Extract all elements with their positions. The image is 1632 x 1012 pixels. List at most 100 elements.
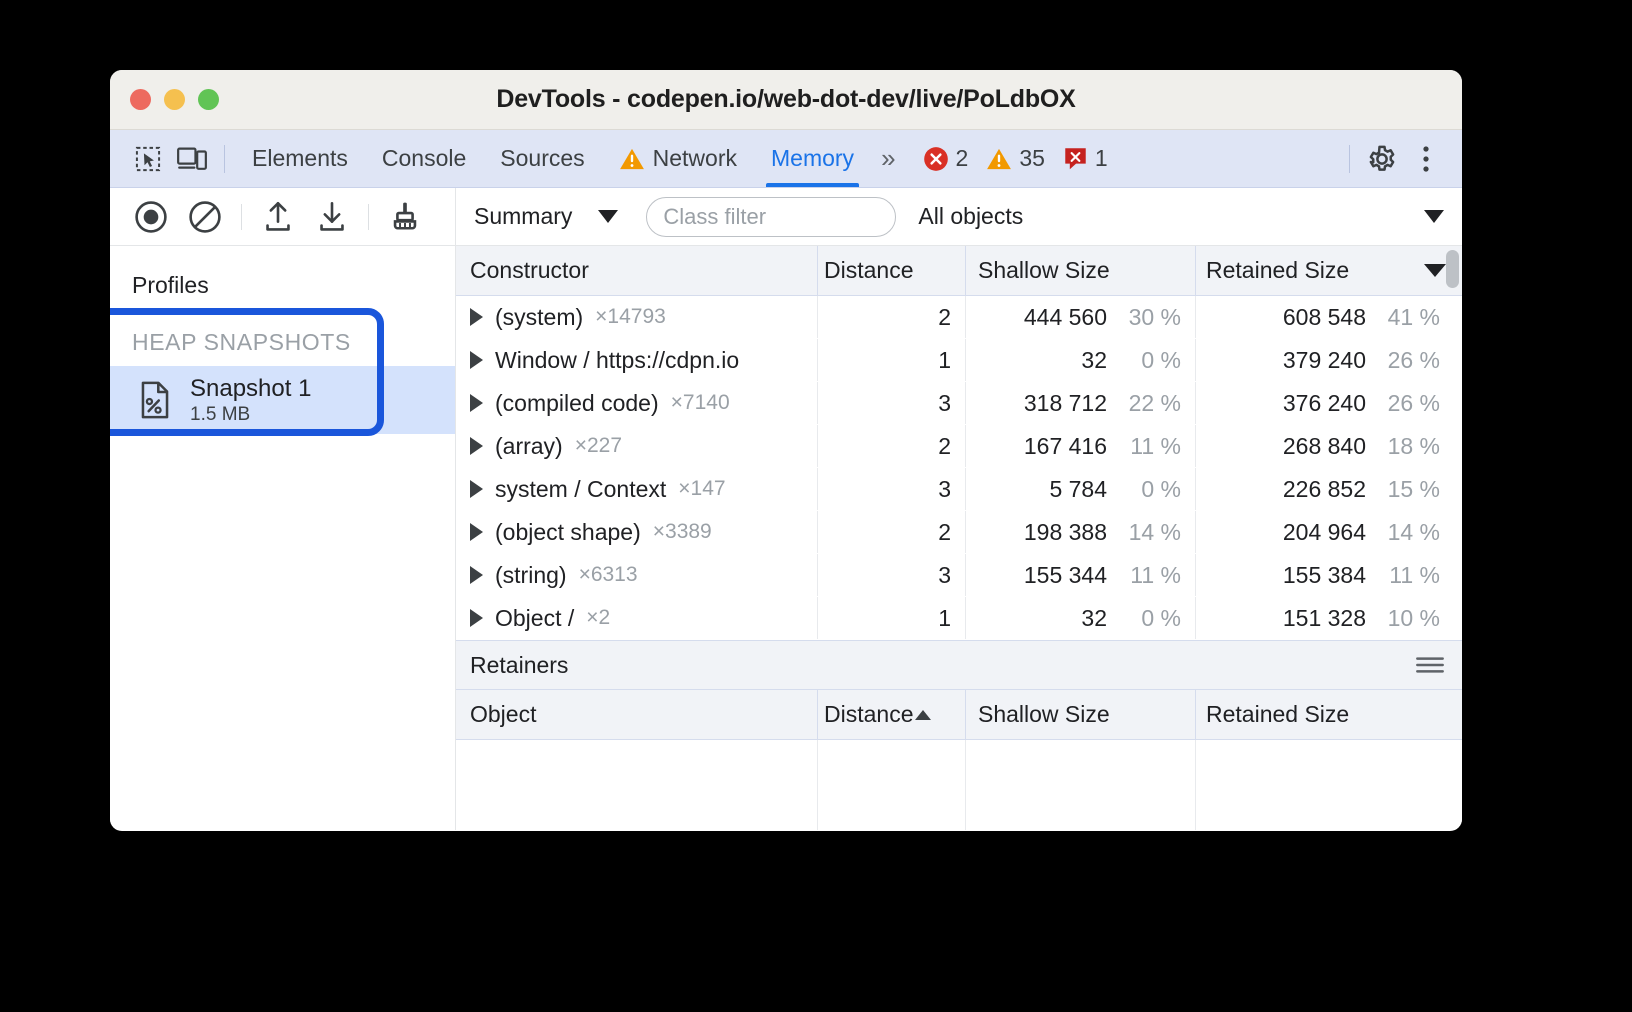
tab-memory[interactable]: Memory bbox=[754, 131, 871, 187]
shallow-size-value: 318 712 bbox=[1024, 390, 1107, 417]
table-row[interactable]: (string) ×6313 3 155 344 11 % 155 384 11… bbox=[456, 554, 1462, 597]
column-header-distance[interactable]: Distance bbox=[818, 246, 966, 295]
retainers-empty-body bbox=[456, 740, 1462, 830]
load-profile-button[interactable] bbox=[251, 195, 305, 239]
column-header-retained-size[interactable]: Retained Size bbox=[1196, 246, 1462, 295]
shallow-size-percent: 22 % bbox=[1121, 390, 1181, 417]
toolbar-divider-2 bbox=[368, 204, 369, 230]
retainers-empty-shallow-col bbox=[966, 740, 1196, 830]
snapshot-labels: Snapshot 1 1.5 MB bbox=[190, 375, 311, 426]
tab-sources[interactable]: Sources bbox=[483, 131, 601, 187]
column-header-retained-size-label: Retained Size bbox=[1206, 257, 1349, 284]
constructor-count: ×6313 bbox=[579, 563, 638, 587]
row-retained-size-cell: 204 964 14 % bbox=[1196, 511, 1462, 553]
warning-counter[interactable]: 35 bbox=[980, 145, 1051, 172]
table-row[interactable]: (compiled code) ×7140 3 318 712 22 % 376… bbox=[456, 382, 1462, 425]
expand-triangle-icon[interactable] bbox=[470, 394, 483, 412]
column-header-constructor[interactable]: Constructor bbox=[456, 246, 818, 295]
memory-toolbar-filters: Summary All objects bbox=[456, 188, 1462, 245]
close-window-button[interactable] bbox=[130, 89, 151, 110]
retained-size-percent: 41 % bbox=[1380, 304, 1440, 331]
collect-garbage-button[interactable] bbox=[378, 195, 432, 239]
expand-triangle-icon[interactable] bbox=[470, 351, 483, 369]
grid-vertical-scrollbar[interactable] bbox=[1446, 250, 1459, 638]
row-shallow-size-cell: 32 0 % bbox=[966, 597, 1196, 639]
issue-counter[interactable]: 1 bbox=[1057, 145, 1114, 172]
expand-triangle-icon[interactable] bbox=[470, 308, 483, 326]
error-count: 2 bbox=[956, 145, 969, 172]
clear-profiles-button[interactable] bbox=[178, 195, 232, 239]
device-toolbar-button[interactable] bbox=[170, 137, 214, 181]
save-profile-button[interactable] bbox=[305, 195, 359, 239]
class-filter-input[interactable] bbox=[646, 197, 896, 237]
tab-network-label: Network bbox=[653, 145, 737, 172]
settings-button[interactable] bbox=[1360, 137, 1404, 181]
retainers-column-header-retained-size[interactable]: Retained Size bbox=[1196, 690, 1462, 739]
scrollbar-thumb[interactable] bbox=[1446, 250, 1459, 288]
constructor-name: Object / bbox=[495, 605, 574, 632]
minimize-window-button[interactable] bbox=[164, 89, 185, 110]
retained-size-value: 204 964 bbox=[1283, 519, 1366, 546]
retainers-empty-object-col bbox=[456, 740, 818, 830]
objects-filter-selector[interactable]: All objects bbox=[918, 203, 1462, 230]
shallow-size-percent: 11 % bbox=[1121, 433, 1181, 460]
row-distance-cell: 2 bbox=[818, 425, 966, 467]
more-tabs-button[interactable]: » bbox=[871, 143, 902, 174]
row-constructor-cell[interactable]: Object / ×2 bbox=[456, 597, 818, 639]
table-row[interactable]: (system) ×14793 2 444 560 30 % 608 548 4… bbox=[456, 296, 1462, 339]
expand-triangle-icon[interactable] bbox=[470, 566, 483, 584]
inspect-element-button[interactable] bbox=[126, 137, 170, 181]
row-constructor-cell[interactable]: (object shape) ×3389 bbox=[456, 511, 818, 553]
table-row[interactable]: system / Context ×147 3 5 784 0 % 226 85… bbox=[456, 468, 1462, 511]
error-counter[interactable]: 2 bbox=[917, 145, 975, 172]
row-distance-cell: 1 bbox=[818, 339, 966, 381]
chevron-down-icon bbox=[1424, 210, 1444, 223]
expand-triangle-icon[interactable] bbox=[470, 609, 483, 627]
expand-triangle-icon[interactable] bbox=[470, 480, 483, 498]
table-row[interactable]: (array) ×227 2 167 416 11 % 268 840 18 % bbox=[456, 425, 1462, 468]
row-constructor-cell[interactable]: system / Context ×147 bbox=[456, 468, 818, 510]
row-constructor-cell[interactable]: (array) ×227 bbox=[456, 425, 818, 467]
expand-triangle-icon[interactable] bbox=[470, 523, 483, 541]
constructor-name: (array) bbox=[495, 433, 563, 460]
shallow-size-percent: 0 % bbox=[1121, 347, 1181, 374]
view-selector[interactable]: Summary bbox=[470, 203, 624, 230]
table-row[interactable]: Object / ×2 1 32 0 % 151 328 10 % bbox=[456, 597, 1462, 640]
profiles-title: Profiles bbox=[110, 246, 455, 299]
retained-size-value: 226 852 bbox=[1283, 476, 1366, 503]
shallow-size-value: 5 784 bbox=[1049, 476, 1107, 503]
row-constructor-cell[interactable]: (system) ×14793 bbox=[456, 296, 818, 338]
retainers-column-header-shallow-size[interactable]: Shallow Size bbox=[966, 690, 1196, 739]
row-retained-size-cell: 155 384 11 % bbox=[1196, 554, 1462, 596]
table-row[interactable]: Window / https://cdpn.io 1 32 0 % 379 24… bbox=[456, 339, 1462, 382]
record-heap-snapshot-button[interactable] bbox=[124, 195, 178, 239]
sort-ascending-icon bbox=[915, 710, 931, 720]
row-distance-cell: 2 bbox=[818, 511, 966, 553]
maximize-window-button[interactable] bbox=[198, 89, 219, 110]
row-constructor-cell[interactable]: (compiled code) ×7140 bbox=[456, 382, 818, 424]
tab-console[interactable]: Console bbox=[365, 131, 483, 187]
memory-panel-body: Profiles HEAP SNAPSHOTS Snap bbox=[110, 246, 1462, 830]
retained-size-value: 376 240 bbox=[1283, 390, 1366, 417]
main-menu-button[interactable] bbox=[1404, 137, 1448, 181]
download-icon bbox=[316, 200, 348, 234]
retained-size-percent: 14 % bbox=[1380, 519, 1440, 546]
constructor-name: Window / https://cdpn.io bbox=[495, 347, 739, 374]
row-constructor-cell[interactable]: (string) ×6313 bbox=[456, 554, 818, 596]
column-header-shallow-size[interactable]: Shallow Size bbox=[966, 246, 1196, 295]
retainers-column-header-distance[interactable]: Distance bbox=[818, 690, 966, 739]
hamburger-menu-icon[interactable] bbox=[1416, 656, 1444, 674]
expand-triangle-icon[interactable] bbox=[470, 437, 483, 455]
retained-size-value: 151 328 bbox=[1283, 605, 1366, 632]
retainers-empty-distance-col bbox=[818, 740, 966, 830]
tab-network[interactable]: Network bbox=[602, 131, 754, 187]
constructor-name: (string) bbox=[495, 562, 567, 589]
retainers-column-header-object[interactable]: Object bbox=[456, 690, 818, 739]
row-constructor-cell[interactable]: Window / https://cdpn.io bbox=[456, 339, 818, 381]
kebab-menu-icon bbox=[1421, 144, 1431, 174]
tab-elements[interactable]: Elements bbox=[235, 131, 365, 187]
sidebar-item-snapshot-1[interactable]: Snapshot 1 1.5 MB bbox=[110, 366, 455, 434]
tab-console-label: Console bbox=[382, 145, 466, 172]
retained-size-percent: 26 % bbox=[1380, 390, 1440, 417]
table-row[interactable]: (object shape) ×3389 2 198 388 14 % 204 … bbox=[456, 511, 1462, 554]
